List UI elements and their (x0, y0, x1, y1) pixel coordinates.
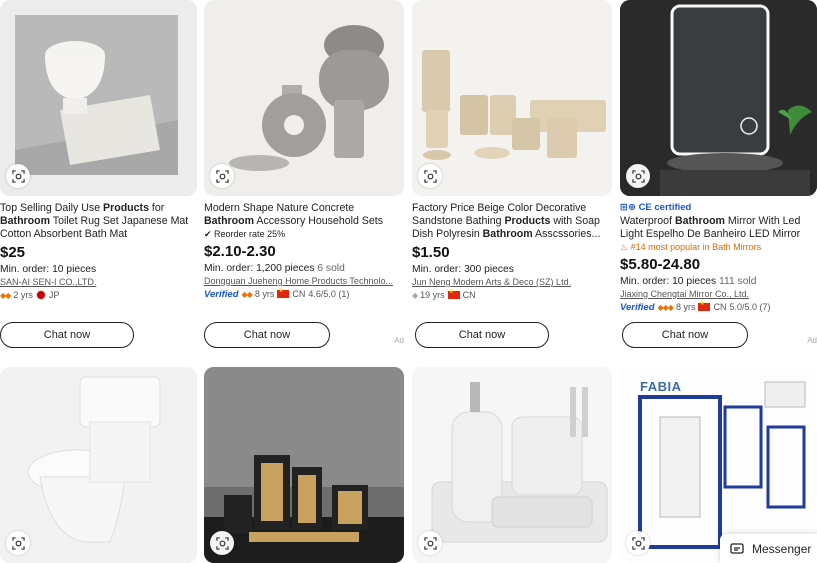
min-order: Min. order: 10 pieces 111 sold (620, 276, 757, 287)
product-title[interactable]: Factory Price Beige Color Decorative San… (412, 202, 612, 242)
product-image[interactable] (0, 367, 197, 563)
supplier-link[interactable]: Jiaxing Chengtai Mirror Co., Ltd. (620, 289, 817, 301)
certified-icon: ⊞⊕ (620, 202, 636, 213)
certification-badge: ⊞⊕ CE certified (620, 202, 692, 213)
product-price: $25 (0, 244, 26, 261)
ad-label: Ad (394, 336, 404, 345)
product-info: Factory Price Beige Color Decorative San… (412, 202, 612, 301)
reorder-rate: ✔ Reorder rate 25% (204, 229, 286, 239)
supplier-link[interactable]: Jun Neng Modern Arts & Deco (SZ) Ltd. (412, 277, 612, 289)
message-icon (730, 542, 744, 554)
diamond-icon: ◆◆◆ (657, 302, 675, 312)
product-image[interactable] (412, 0, 612, 196)
japan-flag-icon (35, 290, 46, 300)
diamond-icon: ◆◆ (241, 289, 253, 299)
product-image[interactable] (412, 367, 612, 563)
ad-label: Ad (807, 336, 817, 345)
china-flag-icon (447, 288, 460, 299)
verified-badge: Verified (620, 301, 655, 313)
supplier-meta: Verified ◆◆◆ 8 yrs CN 5.0/5.0 (7) (620, 300, 817, 313)
rating: 5.0/5.0 (7) (729, 302, 771, 312)
min-order: Min. order: 10 pieces (0, 264, 97, 275)
messenger-label: Messenger (752, 541, 812, 556)
supplier-meta: ◆ 19 yrs CN (412, 288, 612, 301)
product-image[interactable] (204, 367, 404, 563)
chat-now-button[interactable]: Chat now (415, 322, 549, 348)
min-order: Min. order: 300 pieces (412, 264, 514, 275)
product-price: $1.50 (412, 244, 450, 261)
chat-now-button[interactable]: Chat now (0, 322, 134, 348)
image-search-icon[interactable] (626, 164, 650, 188)
product-title[interactable]: Top Selling Daily Use Products for Bathr… (0, 202, 197, 242)
chat-now-button[interactable]: Chat now (622, 322, 748, 348)
china-flag-icon (698, 300, 711, 311)
china-flag-icon (277, 287, 290, 298)
supplier-meta: Verified ◆◆ 8 yrs CN 4.6/5.0 (1) (204, 287, 404, 300)
country: CN (462, 290, 476, 300)
product-title[interactable]: Waterproof Bathroom Mirror With Led Ligh… (620, 215, 817, 241)
diamond-icon: ◆◆ (0, 290, 11, 300)
product-image[interactable] (0, 0, 197, 196)
fire-icon: ♨ (620, 242, 629, 252)
chat-now-button[interactable]: Chat now (204, 322, 330, 348)
years: 8 yrs (675, 302, 696, 312)
country: CN (713, 302, 727, 312)
product-grid: Top Selling Daily Use Products for Bathr… (0, 0, 817, 563)
image-search-icon[interactable] (418, 531, 442, 555)
years: 2 yrs (13, 290, 33, 300)
country: JP (48, 290, 60, 300)
product-info: Modern Shape Nature Concrete Bathroom Ac… (204, 202, 404, 300)
years: 19 yrs (420, 290, 445, 300)
product-title[interactable]: Modern Shape Nature Concrete Bathroom Ac… (204, 202, 404, 228)
diamond-icon: ◆ (412, 290, 418, 300)
image-search-icon[interactable] (418, 164, 442, 188)
min-order: Min. order: 1,200 pieces 6 sold (204, 263, 345, 274)
verified-badge: Verified (204, 288, 239, 300)
image-search-icon[interactable] (6, 531, 30, 555)
years: 8 yrs (254, 289, 275, 299)
product-info: ⊞⊕ CE certified Waterproof Bathroom Mirr… (620, 202, 817, 313)
product-price: $2.10-2.30 (204, 243, 276, 260)
supplier-meta: ◆◆ 2 yrs JP (0, 289, 197, 301)
product-image[interactable] (620, 0, 817, 196)
image-search-icon[interactable] (210, 531, 234, 555)
supplier-link[interactable]: Dongguan Jueheng Home Products Technolo.… (204, 276, 404, 288)
image-search-icon[interactable] (6, 164, 30, 188)
rating: 4.6/5.0 (1) (308, 289, 350, 299)
popularity-rank: ♨ #14 most popular in Bath Mirrors (620, 242, 762, 252)
product-info: Top Selling Daily Use Products for Bathr… (0, 202, 197, 301)
image-search-icon[interactable] (210, 164, 234, 188)
country: CN (292, 289, 306, 299)
supplier-link[interactable]: SAN-AI SEN-I CO.,LTD. (0, 277, 197, 289)
product-image[interactable] (204, 0, 404, 196)
product-price: $5.80-24.80 (620, 256, 701, 273)
image-search-icon[interactable] (626, 531, 650, 555)
brand-logo: FABIA (640, 379, 682, 394)
messenger-button[interactable]: Messenger (720, 534, 817, 563)
